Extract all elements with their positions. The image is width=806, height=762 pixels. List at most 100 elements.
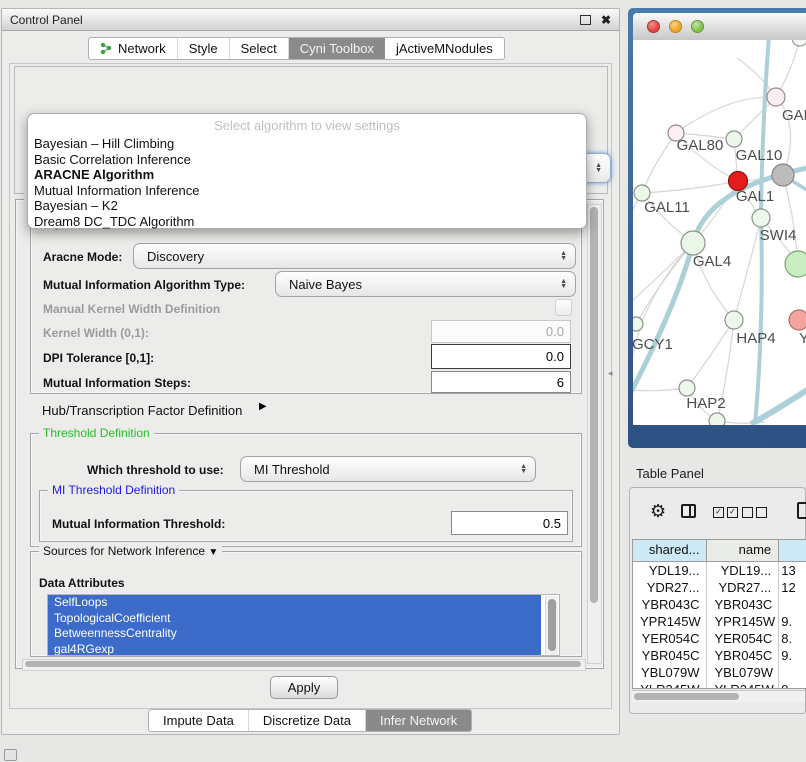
node-gray[interactable] [772,164,794,186]
tab-select[interactable]: Select [230,38,289,59]
node-pink-top[interactable] [767,88,785,106]
minimize-traffic-light[interactable] [669,20,682,33]
zoom-traffic-light[interactable] [691,20,704,33]
table-row[interactable]: YLR345WYLR345W9. [633,681,806,689]
table-cell[interactable] [779,596,806,613]
network-canvas[interactable]: GALGAL80GAL10GAL1GAL11SWI4GAL4GCY1HAP4YH… [633,40,806,425]
node-HAP4[interactable] [725,311,743,329]
node-GAL10[interactable] [726,131,742,147]
tab-impute-data[interactable]: Impute Data [149,710,249,731]
table-cell[interactable]: 8. [779,630,806,647]
node-HAP2[interactable] [679,380,695,396]
list-item[interactable]: BetweennessCentrality [48,626,541,642]
table-row[interactable]: YBL079WYBL079W [633,664,806,681]
tab-infer-network[interactable]: Infer Network [366,710,471,731]
list-item[interactable]: gal4RGexp [48,642,541,657]
close-icon[interactable]: ✖ [601,14,611,26]
table-cell[interactable]: YER054C [633,630,707,647]
table-cell[interactable]: YDR27... [707,579,779,596]
scrollbar-thumb[interactable] [634,693,739,700]
node-big-green[interactable] [785,251,806,277]
table-row[interactable]: YDR27...YDR27...12 [633,579,806,596]
table-cell[interactable]: YBL079W [707,664,779,681]
which-threshold-combo[interactable]: MI Threshold ▲▼ [240,456,536,482]
table-cell[interactable]: YPR145W [633,613,707,630]
table-cell[interactable]: YBR045C [707,647,779,664]
popup-item-selected[interactable]: ARACNE Algorithm [28,167,586,183]
dpi-tolerance-field[interactable] [431,344,571,369]
popup-item[interactable]: Basic Correlation Inference [28,152,586,168]
sources-title[interactable]: Sources for Network Inference [43,544,205,558]
scrollbar-thumb[interactable] [548,599,556,651]
network-edge[interactable] [676,97,776,133]
float-window-icon[interactable] [580,15,591,25]
table-cell[interactable]: YLR345W [633,681,707,689]
minimized-window-icon[interactable] [4,749,17,761]
function-builder-icon[interactable] [797,502,806,519]
tab-jactivemnodules[interactable]: jActiveMNodules [385,38,504,59]
popup-item[interactable]: Bayesian – K2 [28,198,586,214]
select-all-checkboxes-icon[interactable]: ✓✓ [713,507,738,518]
table-cell[interactable]: YBR043C [707,596,779,613]
table-cell[interactable]: 9. [779,613,806,630]
scrollbar-thumb[interactable] [25,661,581,667]
table-cell[interactable]: YPR145W [707,613,779,630]
table-cell[interactable]: YLR345W [707,681,779,689]
tab-style[interactable]: Style [178,38,230,59]
node-GAL4[interactable] [681,231,705,255]
list-vertical-scrollbar[interactable] [545,596,558,656]
mi-type-combo[interactable]: Naive Bayes ▲▼ [275,271,576,297]
gear-icon[interactable]: ⚙ [650,501,666,522]
settings-horizontal-scrollbar[interactable] [22,659,586,671]
network-edge[interactable] [633,193,642,250]
node-top-cut[interactable] [792,40,806,46]
table-cell[interactable]: YBL079W [633,664,707,681]
table-cell[interactable]: 9. [779,681,806,689]
table-row[interactable]: YER054CYER054C8. [633,630,806,647]
table-cell[interactable]: YDL19... [707,562,779,579]
network-edge[interactable] [687,320,734,388]
table-cell[interactable]: YDL19... [633,562,707,579]
deselect-all-checkboxes-icon[interactable] [742,507,767,518]
column-header-name[interactable]: name [707,540,779,561]
table-cell[interactable]: 12 [779,579,806,596]
popup-item[interactable]: Bayesian – Hill Climbing [28,136,586,152]
popup-item[interactable]: Mutual Information Inference [28,183,586,199]
hub-definition-toggle-label[interactable]: Hub/Transcription Factor Definition [42,403,242,418]
collapsed-arrow-icon[interactable]: ▶ [259,401,267,412]
table-row[interactable]: YBR043CYBR043C [633,596,806,613]
table-cell[interactable]: YER054C [707,630,779,647]
network-edge[interactable] [642,181,738,193]
node-bottom[interactable] [709,413,725,425]
table-row[interactable]: YBR045CYBR045C9. [633,647,806,664]
aracne-mode-combo[interactable]: Discovery ▲▼ [133,243,576,269]
list-item[interactable]: SelfLoops [48,595,541,611]
expanded-arrow-icon[interactable]: ▼ [208,547,218,558]
apply-button[interactable]: Apply [270,676,338,699]
table-horizontal-scrollbar[interactable] [632,690,805,702]
table-cell[interactable] [779,664,806,681]
table-cell[interactable]: YBR043C [633,596,707,613]
popup-item[interactable]: Dream8 DC_TDC Algorithm [28,214,586,230]
table-cell[interactable]: 13 [779,562,806,579]
columns-view-icon[interactable] [681,504,696,518]
tab-discretize-data[interactable]: Discretize Data [249,710,366,731]
mi-threshold-field[interactable] [451,511,568,535]
table-cell[interactable]: YDR27... [633,579,707,596]
scrollbar-thumb[interactable] [590,207,598,603]
column-header-shared-name[interactable]: shared... [633,540,707,561]
table-row[interactable]: YDL19...YDL19...13 [633,562,806,579]
network-edge[interactable] [734,218,761,320]
tab-cyni-toolbox[interactable]: Cyni Toolbox [289,38,385,59]
column-header-clipped[interactable] [779,540,806,561]
network-edge[interactable] [755,218,762,424]
network-edge[interactable] [642,133,676,193]
settings-vertical-scrollbar[interactable] [587,204,602,664]
table-row[interactable]: YPR145WYPR145W9. [633,613,806,630]
table-cell[interactable]: 9. [779,647,806,664]
mi-steps-field[interactable] [431,371,571,393]
tab-network[interactable]: Network [89,38,178,59]
node-salmon[interactable] [789,310,806,330]
network-edge[interactable] [636,243,693,324]
close-traffic-light[interactable] [647,20,660,33]
